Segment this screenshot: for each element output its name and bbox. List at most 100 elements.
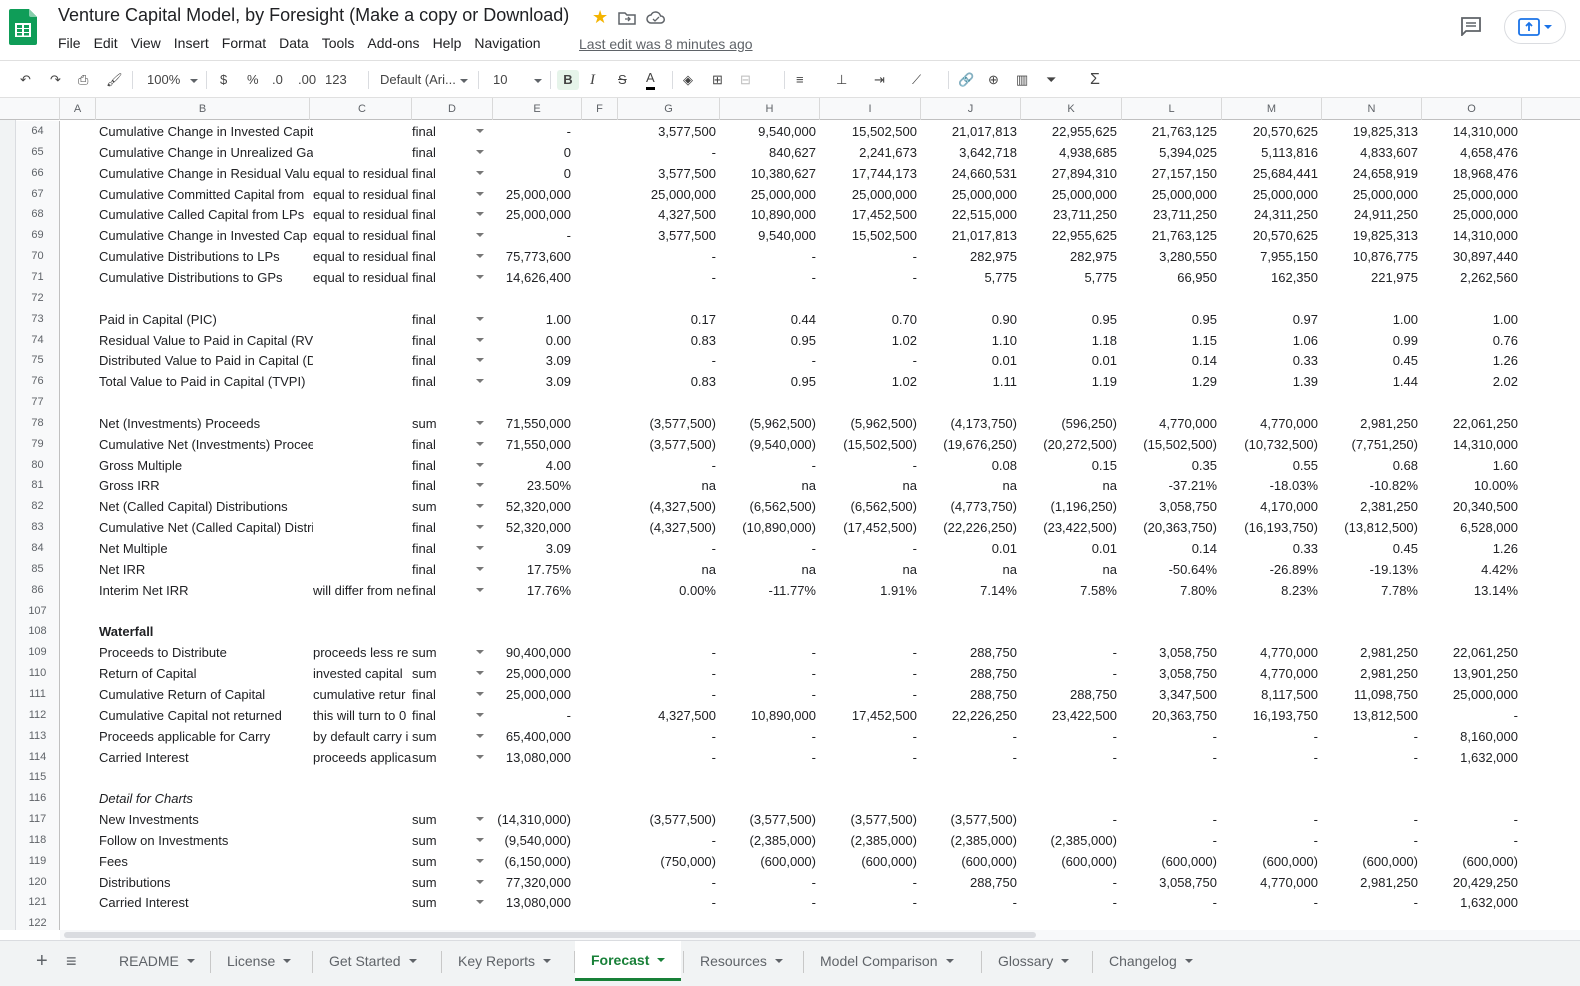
cell-value[interactable]: 14,310,000 (1453, 121, 1518, 142)
cell-value[interactable]: 4,327,500 (658, 204, 716, 225)
cell-value[interactable]: - (712, 350, 716, 371)
cell-value[interactable]: 288,750 (1070, 684, 1117, 705)
column-header-g[interactable]: G (618, 98, 720, 120)
insert-comment-icon[interactable]: ⊕ (988, 70, 999, 90)
cell-value[interactable]: (7,751,250) (1352, 434, 1419, 455)
cell-value[interactable]: 4,770,000 (1260, 642, 1318, 663)
cell-value[interactable]: 1,632,000 (1460, 892, 1518, 913)
menu-data[interactable]: Data (279, 35, 316, 51)
cell-total[interactable]: 0.00 (546, 330, 571, 351)
cell-value[interactable]: (23,422,500) (1043, 517, 1117, 538)
menu-edit[interactable]: Edit (94, 35, 125, 51)
cell-value[interactable]: 0.90 (992, 309, 1017, 330)
dropdown-arrow-icon[interactable] (476, 754, 484, 759)
cell-aggregation[interactable]: final (412, 434, 472, 455)
cell-value[interactable]: 0.33 (1293, 350, 1318, 371)
cell-value[interactable]: 0.01 (1092, 538, 1117, 559)
sheet-tab-get-started[interactable]: Get Started (313, 941, 433, 981)
dropdown-arrow-icon[interactable] (476, 274, 484, 279)
dropdown-arrow-icon[interactable] (476, 212, 484, 217)
cell-label[interactable]: Net (Investments) Proceeds (99, 413, 313, 434)
column-header-h[interactable]: H (720, 98, 820, 120)
dropdown-arrow-icon[interactable] (476, 671, 484, 676)
cell-value[interactable]: 25,000,000 (1453, 184, 1518, 205)
cell-value[interactable]: 2,981,250 (1360, 413, 1418, 434)
cell-value[interactable]: (596,250) (1061, 413, 1117, 434)
strikethrough-button[interactable]: S (618, 70, 627, 90)
dropdown-arrow-icon[interactable] (476, 900, 484, 905)
cell-value[interactable]: 288,750 (970, 642, 1017, 663)
cell-label[interactable]: Distributions (99, 872, 313, 893)
cell-label[interactable]: Follow on Investments (99, 830, 313, 851)
cell-aggregation[interactable]: final (412, 267, 472, 288)
cell-value[interactable]: 25,000,000 (651, 184, 716, 205)
undo-icon[interactable]: ↶ (20, 70, 31, 90)
cell-value[interactable]: 1.26 (1493, 350, 1518, 371)
cell-label[interactable]: Cumulative Change in Invested Cap (99, 225, 313, 246)
cell-label[interactable]: Carried Interest (99, 747, 313, 768)
cell-value[interactable]: 288,750 (970, 684, 1017, 705)
sheet-tab-caret-icon[interactable] (408, 959, 417, 963)
last-edit-link[interactable]: Last edit was 8 minutes ago (579, 36, 753, 52)
cell-value[interactable]: 20,363,750 (1152, 705, 1217, 726)
cell-value[interactable]: 22,955,625 (1052, 121, 1117, 142)
row-number[interactable]: 76 (16, 371, 60, 393)
cell-value[interactable]: 0.95 (1092, 309, 1117, 330)
cell-value[interactable]: - (712, 455, 716, 476)
cell-aggregation[interactable]: final (412, 204, 472, 225)
cell-value[interactable]: - (812, 747, 816, 768)
cell-value[interactable]: (600,000) (961, 851, 1017, 872)
cell-value[interactable]: - (1514, 830, 1518, 851)
row-number[interactable]: 79 (16, 433, 60, 455)
cell-value[interactable]: - (712, 830, 716, 851)
cell-value[interactable]: - (1213, 747, 1217, 768)
cell-value[interactable]: 21,763,125 (1152, 225, 1217, 246)
cell-value[interactable]: - (1113, 726, 1117, 747)
cell-value[interactable]: - (712, 726, 716, 747)
column-header-i[interactable]: I (820, 98, 921, 120)
horizontal-scrollbar-thumb[interactable] (64, 932, 1036, 938)
cell-value[interactable]: 20,570,625 (1253, 225, 1318, 246)
cell-value[interactable]: - (712, 663, 716, 684)
cell-note[interactable]: equal to residual (313, 184, 412, 205)
cell-label[interactable]: Cumulative Net (Called Capital) Distribu… (99, 517, 313, 538)
cell-value[interactable]: - (1113, 747, 1117, 768)
cell-label[interactable]: Proceeds to Distribute (99, 642, 313, 663)
cell-value[interactable]: 20,429,250 (1453, 872, 1518, 893)
cell-aggregation[interactable]: final (412, 705, 472, 726)
cell-value[interactable]: 4,770,000 (1159, 413, 1217, 434)
cell-value[interactable]: 23,711,250 (1153, 204, 1217, 225)
cell-value[interactable]: 0.76 (1493, 330, 1518, 351)
cell-value[interactable]: 24,311,250 (1254, 204, 1318, 225)
filter-icon[interactable]: ⏷ (1046, 70, 1056, 90)
column-header-m[interactable]: M (1222, 98, 1322, 120)
cell-value[interactable]: 288,750 (970, 663, 1017, 684)
cell-label[interactable]: Carried Interest (99, 892, 313, 913)
cell-label[interactable]: Cumulative Change in Unrealized Gain (Lo… (99, 142, 313, 163)
cell-value[interactable]: - (1113, 663, 1117, 684)
cell-value[interactable]: 17,744,173 (852, 163, 917, 184)
dropdown-arrow-icon[interactable] (476, 337, 484, 342)
cell-value[interactable]: 3,577,500 (658, 163, 716, 184)
cell-value[interactable]: 66,950 (1177, 267, 1217, 288)
sheet-tab-caret-icon[interactable] (283, 959, 292, 963)
dropdown-arrow-icon[interactable] (476, 858, 484, 863)
cell-value[interactable]: 30,897,440 (1453, 246, 1518, 267)
cell-value[interactable]: 13.14% (1474, 580, 1518, 601)
cell-aggregation[interactable]: final (412, 580, 472, 601)
cell-value[interactable]: 22,061,250 (1453, 642, 1518, 663)
dropdown-arrow-icon[interactable] (476, 420, 484, 425)
row-number[interactable]: 122 (16, 913, 60, 930)
cell-value[interactable]: 23,711,250 (1053, 204, 1117, 225)
cell-total[interactable]: 77,320,000 (506, 872, 571, 893)
cell-total[interactable]: 17.76% (527, 580, 571, 601)
cell-label[interactable]: Cumulative Distributions to GPs (99, 267, 313, 288)
cell-value[interactable]: 1.39 (1293, 371, 1318, 392)
cell-aggregation[interactable]: sum (412, 496, 472, 517)
cell-value[interactable]: 0.01 (992, 538, 1017, 559)
increase-decimal-button[interactable]: .00 (298, 70, 316, 90)
cell-value[interactable]: 2,981,250 (1360, 642, 1418, 663)
cloud-status-icon[interactable] (646, 10, 666, 25)
cell-value[interactable]: 10,890,000 (751, 705, 816, 726)
cell-value[interactable]: -18.03% (1270, 475, 1318, 496)
